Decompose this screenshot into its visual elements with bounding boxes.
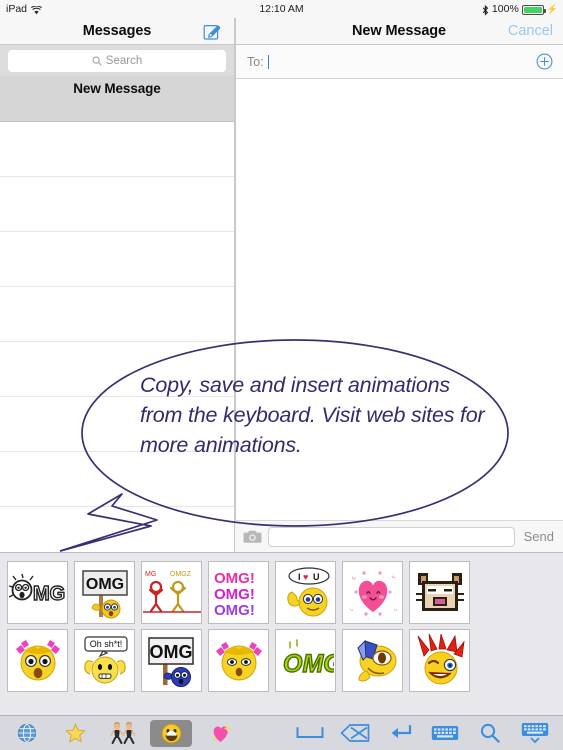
sticker-omg-shocked-face-bw[interactable]: MG [7,561,68,624]
status-bar-clock: 12:10 AM [259,3,304,15]
svg-text:Oh sh*t!: Oh sh*t! [89,639,122,649]
status-bar: iPad 12:10 AM 100% ⚡ [0,0,563,18]
thread-title: New Message [73,81,161,96]
svg-text:OMG!: OMG! [214,602,255,619]
sticker-row: Oh sh*t! OMG OM [7,629,556,692]
sticker-keyboard-panel: MG OMG MG OMGZ OMG! OMG! OMG! I ♥ U Oh s… [0,552,563,715]
sticker-i-love-u-smiley[interactable]: I ♥ U [275,561,336,624]
svg-text:OMG: OMG [149,642,192,662]
svg-text:OMGZ: OMGZ [170,571,192,578]
keyboard-action-buttons [282,720,563,747]
list-item[interactable] [0,287,234,342]
sticker-omg-stick-figures[interactable]: MG OMGZ [141,561,202,624]
list-item[interactable] [0,232,234,287]
list-item[interactable] [0,122,234,177]
page-title: Messages [82,23,152,39]
camera-icon[interactable] [243,529,262,544]
list-item[interactable] [0,452,234,507]
status-bar-right: 100% ⚡ [482,3,558,16]
sticker-pigtails-surprised-smiley[interactable] [208,629,269,692]
sticker-red-mohawk-winking-smiley[interactable] [409,629,470,692]
keyboard-button[interactable] [425,720,465,747]
svg-text:MG: MG [145,571,156,578]
battery-icon [521,5,546,15]
charging-bolt-icon: ⚡ [546,3,558,14]
sticker-omg-sign-emoji[interactable]: OMG [74,561,135,624]
sticker-grid: MG OMG MG OMGZ OMG! OMG! OMG! I ♥ U Oh s… [7,561,556,692]
hide-keyboard-button[interactable] [515,720,555,747]
cancel-button[interactable]: Cancel [508,23,553,39]
conversation-pane: To: [235,45,563,552]
text-caret [267,54,270,69]
backspace-delete-button[interactable] [335,720,375,747]
sticker-row: MG OMG MG OMGZ OMG! OMG! OMG! I ♥ U [7,561,556,624]
to-label: To: [247,54,264,69]
sidebar-navbar: Messages [0,18,235,45]
globe-icon[interactable] [6,720,48,747]
smiley-icon[interactable] [150,719,192,747]
send-button[interactable]: Send [521,529,557,544]
battery-percent-label: 100% [491,3,519,15]
pane-divider [235,18,236,552]
sparkling-heart-icon[interactable] [198,720,240,747]
compose-icon[interactable] [203,22,222,41]
message-input-bar: Send [235,520,563,552]
return-key-button[interactable] [380,720,420,747]
messages-sidebar: Search New Message [0,45,235,552]
sticker-omg-pink-text-triple[interactable]: OMG! OMG! OMG! [208,561,269,624]
space-bar-button[interactable] [290,720,330,747]
dancers-icon[interactable] [102,720,144,747]
svg-text:OMG: OMG [85,576,123,593]
svg-text:MG: MG [33,583,65,605]
conversation-navbar: New Message Cancel [235,18,563,45]
search-placeholder: Search [105,54,143,67]
svg-text:U: U [313,572,320,582]
message-input[interactable] [268,526,515,547]
to-field-container[interactable]: To: [235,45,563,79]
search-icon [92,56,102,66]
list-item[interactable] [0,177,234,232]
svg-text:OMG!: OMG! [214,586,255,603]
callout-text: Copy, save and insert animations from th… [140,373,485,457]
ipad-messages-screen: iPad 12:10 AM 100% ⚡ Messages New Messag… [0,0,563,750]
svg-text:I: I [298,572,301,582]
sticker-omg-green-text[interactable]: OMG! [275,629,336,692]
bluetooth-icon [482,4,489,16]
star-favorites-icon[interactable] [54,720,96,747]
sticker-oh-shoot-smiley[interactable]: Oh sh*t! [74,629,135,692]
sticker-pixel-cat-face[interactable] [409,561,470,624]
add-contact-icon[interactable] [536,53,553,70]
sidebar-item-new-message[interactable]: New Message [0,76,234,121]
svg-text:♥: ♥ [303,572,308,582]
sticker-pigtails-shocked-smiley[interactable] [7,629,68,692]
svg-text:OMG!: OMG! [283,650,334,678]
svg-text:OMG!: OMG! [214,570,255,587]
sticker-pink-kawaii-heart[interactable] [342,561,403,624]
sticker-omg-sign-blue-emoji[interactable]: OMG [141,629,202,692]
keyboard-toolbar [0,715,563,750]
sticker-yellow-rolling-smiley[interactable] [342,629,403,692]
search-button[interactable] [470,720,510,747]
keyboard-category-tabs [0,719,282,747]
search-input[interactable]: Search [8,49,226,72]
search-bar-container: Search [0,45,234,76]
